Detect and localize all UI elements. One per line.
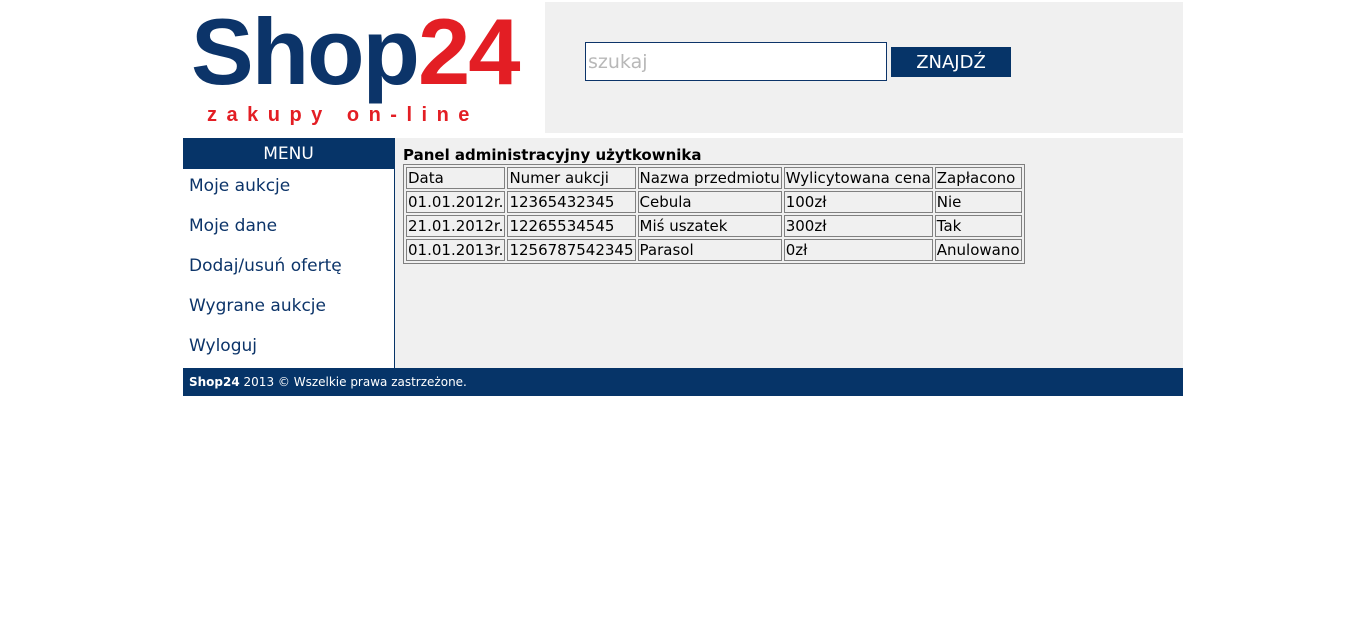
- menu-list: Moje aukcje Moje dane Dodaj/usuń ofertę …: [183, 169, 394, 369]
- logo-tagline: zakupy on-line: [207, 104, 479, 126]
- footer-copyright: 2013 © Wszelkie prawa zastrzeżone.: [239, 375, 467, 389]
- table-row: 21.01.2012r. 12265534545 Miś uszatek 300…: [406, 215, 1022, 237]
- main-panel: Panel administracyjny użytkownika Data N…: [403, 146, 1025, 264]
- panel-title: Panel administracyjny użytkownika: [403, 146, 702, 164]
- sidebar-menu: MENU Moje aukcje Moje dane Dodaj/usuń of…: [183, 138, 395, 368]
- logo-wordmark: Shop24: [191, 4, 521, 100]
- menu-item-dodaj-usun-oferte[interactable]: Dodaj/usuń ofertę: [183, 249, 394, 289]
- table-row: 01.01.2012r. 12365432345 Cebula 100zł Ni…: [406, 191, 1022, 213]
- table-cell-auction-number: 12365432345: [507, 191, 636, 213]
- table-header-row: Data Numer aukcji Nazwa przedmiotu Wylic…: [406, 167, 1022, 189]
- table-cell-item-name: Cebula: [637, 191, 782, 213]
- table-cell-item-name: Parasol: [637, 239, 782, 261]
- menu-header: MENU: [183, 138, 394, 169]
- footer: Shop24 2013 © Wszelkie prawa zastrzeżone…: [183, 368, 1183, 396]
- table-cell-paid: Tak: [934, 215, 1022, 237]
- menu-item-moje-aukcje[interactable]: Moje aukcje: [183, 169, 394, 209]
- column-header-wylicytowana-cena: Wylicytowana cena: [783, 167, 933, 189]
- logo-name-shop: Shop: [191, 0, 420, 104]
- column-header-numer-aukcji: Numer aukcji: [507, 167, 636, 189]
- column-header-data: Data: [406, 167, 506, 189]
- table-row: 01.01.2013r. 1256787542345 Parasol 0zł A…: [406, 239, 1022, 261]
- table-cell-price: 0zł: [783, 239, 933, 261]
- content-area: MENU Moje aukcje Moje dane Dodaj/usuń of…: [183, 138, 1183, 368]
- auctions-table: Data Numer aukcji Nazwa przedmiotu Wylic…: [403, 164, 1025, 264]
- table-cell-paid: Anulowano: [934, 239, 1022, 261]
- search-input[interactable]: [585, 42, 887, 81]
- table-cell-price: 100zł: [783, 191, 933, 213]
- table-cell-paid: Nie: [934, 191, 1022, 213]
- table-cell-date: 01.01.2012r.: [406, 191, 506, 213]
- table-cell-auction-number: 1256787542345: [507, 239, 636, 261]
- column-header-zaplacono: Zapłacono: [934, 167, 1022, 189]
- logo-name-24: 24: [417, 0, 521, 104]
- footer-brand: Shop24: [189, 375, 240, 389]
- table-cell-date: 21.01.2012r.: [406, 215, 506, 237]
- shop24-logo[interactable]: Shop24 zakupy on-line: [183, 2, 545, 133]
- table-cell-date: 01.01.2013r.: [406, 239, 506, 261]
- column-header-nazwa-przedmiotu: Nazwa przedmiotu: [637, 167, 782, 189]
- header: Shop24 zakupy on-line ZNAJDŹ: [183, 2, 1183, 133]
- table-cell-price: 300zł: [783, 215, 933, 237]
- table-cell-item-name: Miś uszatek: [637, 215, 782, 237]
- menu-item-wygrane-aukcje[interactable]: Wygrane aukcje: [183, 289, 394, 329]
- search-button[interactable]: ZNAJDŹ: [891, 47, 1011, 77]
- menu-item-moje-dane[interactable]: Moje dane: [183, 209, 394, 249]
- table-cell-auction-number: 12265534545: [507, 215, 636, 237]
- page-wrapper: Shop24 zakupy on-line ZNAJDŹ MENU Moje a…: [183, 2, 1183, 396]
- menu-item-wyloguj[interactable]: Wyloguj: [183, 329, 394, 369]
